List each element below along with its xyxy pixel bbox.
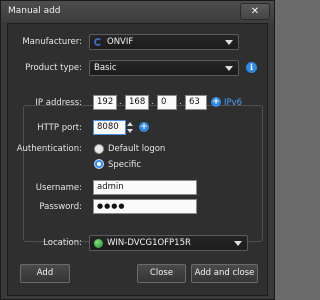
product-type-label: Product type: (25, 63, 82, 73)
username-label: Username: (35, 183, 82, 193)
default-logon-label[interactable]: Default logon (108, 144, 165, 154)
chevron-down-icon (234, 241, 242, 246)
add-port-icon[interactable]: + (139, 122, 149, 132)
add-ip-icon[interactable]: + (211, 97, 221, 107)
title-bar: Manual add ✕ (1, 1, 274, 23)
chevron-down-icon (225, 40, 233, 45)
spinner-down-icon[interactable] (127, 129, 133, 133)
password-input[interactable]: ●●●● (93, 199, 197, 214)
ip-octet-4-input[interactable]: 63 (185, 95, 207, 110)
username-input[interactable]: admin (93, 180, 197, 195)
ip-octet-1-input[interactable]: 192 (93, 95, 117, 110)
spinner-up-icon[interactable] (127, 122, 133, 126)
onvif-logo-icon (94, 38, 102, 46)
ip-dot: . (151, 97, 154, 107)
location-dropdown[interactable]: WIN-DVCG1OFP15R (89, 235, 248, 251)
ip-octet-2-input[interactable]: 168 (125, 95, 149, 110)
default-logon-radio[interactable] (94, 144, 104, 154)
ip-address-label: IP address: (35, 98, 82, 108)
authentication-label: Authentication: (16, 144, 82, 154)
server-icon (94, 239, 103, 248)
manufacturer-dropdown[interactable]: ONVIF (89, 34, 239, 50)
port-spinner[interactable] (127, 120, 135, 135)
window-title: Manual add (8, 6, 61, 16)
ipv6-link[interactable]: IPv6 (224, 98, 242, 108)
dialog-body: Manufacturer: ONVIF Product type: Basic … (7, 23, 268, 296)
password-label: Password: (39, 202, 82, 212)
ip-octet-3-input[interactable]: 0 (157, 95, 177, 110)
http-port-input[interactable]: 8080 (93, 120, 126, 135)
close-button[interactable]: Close (137, 264, 186, 283)
manual-add-dialog: Manual add ✕ Manufacturer: ONVIF Product… (0, 0, 275, 300)
add-and-close-button[interactable]: Add and close (191, 264, 258, 283)
product-type-dropdown[interactable]: Basic (89, 60, 239, 76)
product-type-value: Basic (94, 63, 117, 73)
specific-label[interactable]: Specific (108, 160, 141, 170)
window-close-button[interactable]: ✕ (240, 3, 270, 20)
info-icon[interactable]: i (246, 62, 257, 73)
location-label: Location: (43, 238, 82, 248)
ip-dot: . (119, 97, 122, 107)
specific-radio[interactable] (94, 159, 104, 169)
add-button[interactable]: Add (20, 264, 70, 283)
manufacturer-label: Manufacturer: (22, 37, 82, 47)
ip-dot: . (179, 97, 182, 107)
chevron-down-icon (225, 66, 233, 71)
location-value: WIN-DVCG1OFP15R (107, 238, 191, 248)
manufacturer-value: ONVIF (107, 37, 134, 47)
http-port-label: HTTP port: (37, 123, 82, 133)
